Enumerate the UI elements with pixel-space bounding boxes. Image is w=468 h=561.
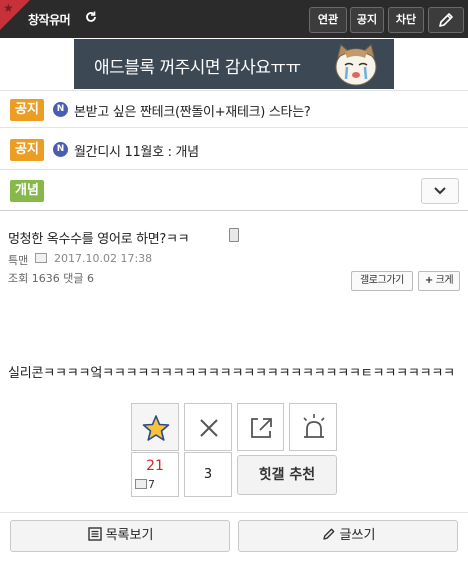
post-title: 멍청한 옥수수를 영어로 하면?ㅋㅋ [8,232,190,247]
fixed-user-icon [135,479,147,489]
crying-cat-image [335,44,377,86]
post-content: 실리콘ㅋㅋㅋㅋ엌ㅋㅋㅋㅋㅋㅋㅋㅋㅋㅋㅋㅋㅋㅋㅋㅋㅋㅋㅋㅋㅋㅋㅌㅋㅋㅋㅋㅋㅋㅋ [8,366,455,381]
star-icon [142,415,170,441]
expand-button[interactable] [421,178,459,204]
gallog-icon[interactable] [35,253,47,263]
gallog-button[interactable]: 갤로그가기 [351,271,413,291]
gallery-title[interactable]: 창작유머 [28,11,71,28]
write-post-button[interactable]: 글쓰기 [238,520,458,552]
share-button[interactable] [237,403,284,451]
notice-title[interactable]: 본받고 싶은 짠테크(짠돌이+재테크) 스타는? [74,101,311,120]
hit-gallery-button[interactable]: 힛갤 추천 [237,455,337,495]
new-badge: N [53,102,68,117]
concept-row: 개념 [0,171,468,211]
fixed-count: 7 [148,478,155,491]
enlarge-button[interactable]: + 크게 [418,271,460,291]
share-icon [251,418,272,438]
chevron-down-icon [434,187,446,195]
recommend-button[interactable] [131,403,179,451]
report-button[interactable] [289,403,337,451]
enlarge-label: 크게 [435,275,454,286]
notice-title[interactable]: 월간디시 11월호 : 개념 [74,141,199,160]
author-name[interactable]: 특맨 [8,252,28,268]
plus-icon: + [424,275,433,286]
list-label: 목록보기 [105,528,154,543]
divider [0,512,468,513]
top-bar: ★ 창작유머 연관 공지 차단 [0,0,468,38]
notice-row[interactable]: 공지 N 본받고 싶은 짠테크(짠돌이+재테크) 스타는? [0,90,468,128]
downvote-button[interactable] [184,403,232,451]
block-button[interactable]: 차단 [388,7,424,33]
list-icon [87,527,102,541]
notice-tag: 공지 [10,99,44,121]
write-label: 글쓰기 [339,528,376,543]
pencil-icon [322,528,334,540]
ad-text: 애드블록 꺼주시면 감사요ㅠㅠ [94,58,301,78]
notice-button[interactable]: 공지 [350,7,384,33]
recommend-count: 21 7 [131,452,179,497]
mobile-icon [229,228,239,242]
concept-tag[interactable]: 개념 [10,180,44,202]
post-stats: 조회 1636 댓글 6 [8,272,94,285]
downvote-count: 3 [184,452,232,497]
star-icon: ★ [3,1,14,15]
list-button[interactable]: 목록보기 [10,520,230,552]
notice-row[interactable]: 공지 N 월간디시 11월호 : 개념 [0,130,468,170]
pencil-icon [439,13,453,27]
refresh-icon[interactable] [84,10,98,24]
up-count: 21 [146,458,164,474]
notice-tag: 공지 [10,139,44,161]
siren-icon [303,414,325,438]
ad-banner[interactable]: 애드블록 꺼주시면 감사요ㅠㅠ [74,39,394,89]
related-button[interactable]: 연관 [309,7,347,33]
new-badge: N [53,142,68,157]
write-button[interactable] [428,7,464,33]
close-icon [200,419,218,437]
post-date: 2017.10.02 17:38 [54,252,153,265]
